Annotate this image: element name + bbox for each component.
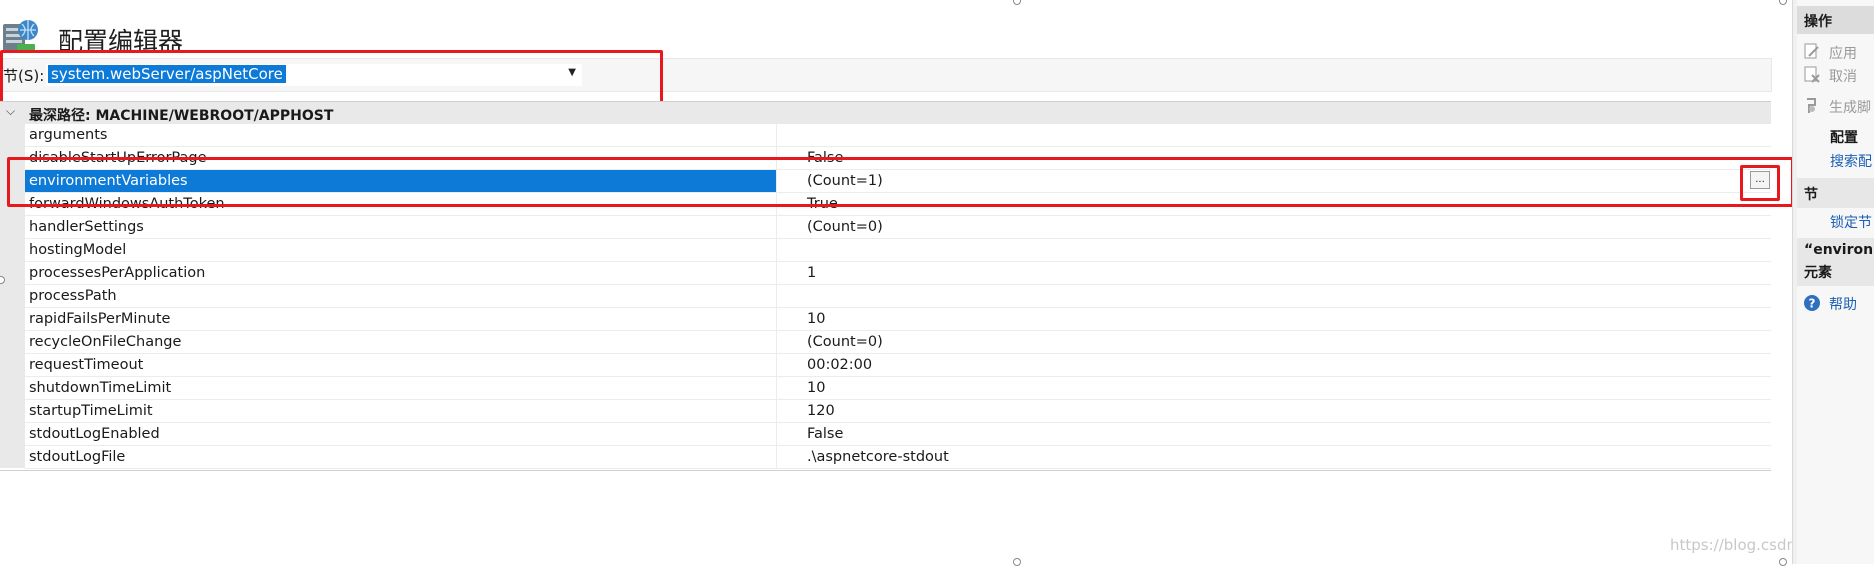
property-value[interactable]: 1 bbox=[777, 262, 1771, 284]
property-name[interactable]: startupTimeLimit bbox=[25, 400, 777, 422]
config-heading: 配置 bbox=[1830, 130, 1858, 146]
search-config-link[interactable]: 搜索配 bbox=[1830, 151, 1872, 171]
table-row[interactable]: stdoutLogFile .\aspnetcore-stdout bbox=[25, 446, 1771, 469]
property-value[interactable] bbox=[777, 239, 1771, 261]
table-row[interactable]: recycleOnFileChange (Count=0) bbox=[25, 331, 1771, 354]
help-action[interactable]: ? 帮助 bbox=[1803, 292, 1874, 314]
property-name[interactable]: requestTimeout bbox=[25, 354, 777, 376]
property-value[interactable]: 10 bbox=[777, 308, 1771, 330]
splitter-handle-top[interactable] bbox=[1013, 0, 1021, 5]
property-name[interactable]: processPath bbox=[25, 285, 777, 307]
splitter-handle-bottom[interactable] bbox=[1013, 558, 1021, 566]
ellipsis-highlight-box bbox=[1740, 165, 1780, 201]
lock-section-link[interactable]: 锁定节 bbox=[1830, 212, 1872, 232]
script-icon bbox=[1807, 98, 1816, 113]
section-pane-heading: 节 bbox=[1797, 178, 1874, 208]
table-row[interactable]: hostingModel bbox=[25, 239, 1771, 262]
vertical-scrollbar[interactable] bbox=[1775, 0, 1792, 566]
section-highlight-box bbox=[0, 50, 663, 104]
cancel-action[interactable]: 取消 bbox=[1803, 64, 1874, 86]
apply-icon bbox=[1804, 43, 1819, 59]
resize-handle-top[interactable] bbox=[1779, 0, 1787, 5]
property-name[interactable]: arguments bbox=[25, 124, 777, 146]
property-value[interactable] bbox=[777, 285, 1771, 307]
actions-pane-title: 操作 bbox=[1797, 6, 1874, 34]
apply-action[interactable]: 应用 bbox=[1803, 41, 1874, 63]
actions-pane: 操作 应用 取消 生成脚 配置 搜索配 节 锁定节 “environm 元素 ?… bbox=[1797, 0, 1874, 564]
deepest-path-label: 最深路径: MACHINE/WEBROOT/APPHOST bbox=[29, 108, 334, 124]
cancel-icon bbox=[1804, 66, 1820, 83]
property-name[interactable]: recycleOnFileChange bbox=[25, 331, 777, 353]
table-row[interactable]: requestTimeout 00:02:00 bbox=[25, 354, 1771, 377]
property-value[interactable]: .\aspnetcore-stdout bbox=[777, 446, 1771, 468]
property-value[interactable] bbox=[777, 124, 1771, 146]
property-value[interactable]: (Count=0) bbox=[777, 331, 1771, 353]
help-icon: ? bbox=[1804, 295, 1820, 311]
table-row[interactable]: arguments bbox=[25, 124, 1771, 147]
property-name[interactable]: processesPerApplication bbox=[25, 262, 777, 284]
property-value[interactable]: 10 bbox=[777, 377, 1771, 399]
grid-group-header[interactable]: ⌵ 最深路径: MACHINE/WEBROOT/APPHOST bbox=[0, 102, 1771, 124]
table-row[interactable]: rapidFailsPerMinute 10 bbox=[25, 308, 1771, 331]
generate-script-action[interactable]: 生成脚 bbox=[1803, 95, 1874, 117]
property-name[interactable]: stdoutLogFile bbox=[25, 446, 777, 468]
property-name[interactable]: hostingModel bbox=[25, 239, 777, 261]
property-value[interactable]: 00:02:00 bbox=[777, 354, 1771, 376]
environment-variables-highlight-box bbox=[7, 157, 1794, 207]
property-name[interactable]: handlerSettings bbox=[25, 216, 777, 238]
property-value[interactable]: False bbox=[777, 423, 1771, 445]
table-row[interactable]: shutdownTimeLimit 10 bbox=[25, 377, 1771, 400]
property-name[interactable]: stdoutLogEnabled bbox=[25, 423, 777, 445]
table-row[interactable]: handlerSettings (Count=0) bbox=[25, 216, 1771, 239]
table-row[interactable]: processPath bbox=[25, 285, 1771, 308]
cancel-label: 取消 bbox=[1829, 69, 1857, 85]
table-row[interactable]: stdoutLogEnabled False bbox=[25, 423, 1771, 446]
table-row[interactable]: processesPerApplication 1 bbox=[25, 262, 1771, 285]
help-label: 帮助 bbox=[1829, 297, 1857, 313]
element-heading-line1: “environm bbox=[1804, 242, 1874, 258]
element-heading-line2: 元素 bbox=[1804, 265, 1832, 281]
property-value[interactable]: 120 bbox=[777, 400, 1771, 422]
element-pane-heading: “environm 元素 bbox=[1797, 238, 1874, 286]
config-editor-panel: 配置编辑器 节(S): system.webServer/aspNetCore … bbox=[0, 0, 1874, 566]
generate-script-label: 生成脚 bbox=[1829, 100, 1871, 116]
table-row[interactable]: startupTimeLimit 120 bbox=[25, 400, 1771, 423]
property-name[interactable]: shutdownTimeLimit bbox=[25, 377, 777, 399]
property-name[interactable]: rapidFailsPerMinute bbox=[25, 308, 777, 330]
property-value[interactable]: (Count=0) bbox=[777, 216, 1771, 238]
section-heading-label: 节 bbox=[1804, 187, 1818, 203]
actions-title: 操作 bbox=[1804, 14, 1832, 30]
collapse-chevron-icon[interactable]: ⌵ bbox=[6, 104, 15, 119]
apply-label: 应用 bbox=[1829, 46, 1857, 62]
svg-text:?: ? bbox=[1809, 297, 1816, 311]
resize-handle-bottom[interactable] bbox=[1779, 558, 1787, 566]
